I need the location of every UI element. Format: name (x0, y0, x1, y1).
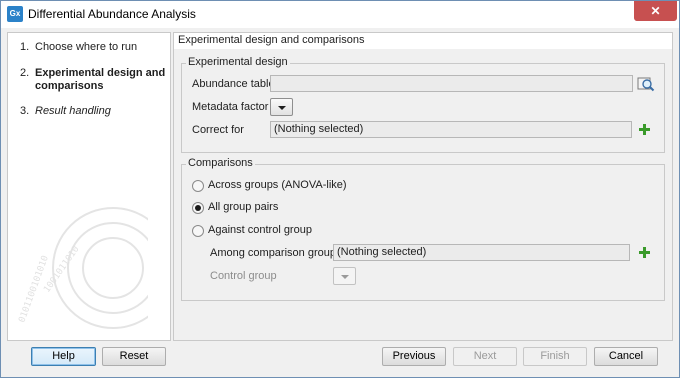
window-title: Differential Abundance Analysis (28, 7, 196, 21)
abundance-table-label: Abundance table (192, 78, 275, 90)
comparisons-group: Comparisons Across groups (ANOVA-like) A… (181, 157, 665, 301)
next-button[interactable]: Next (453, 347, 517, 366)
panel-header: Experimental design and comparisons (174, 33, 672, 49)
against-control-group-label[interactable]: Against control group (208, 224, 312, 236)
across-groups-radio[interactable] (192, 180, 204, 192)
step-label: Result handling (35, 105, 111, 117)
chevron-down-icon (341, 275, 349, 279)
step-label: Experimental design and comparisons (35, 67, 166, 92)
finish-button[interactable]: Finish (523, 347, 587, 366)
previous-button[interactable]: Previous (382, 347, 446, 366)
abundance-table-field[interactable] (270, 75, 633, 92)
step-number: 1. (20, 41, 30, 53)
correct-for-label: Correct for (192, 124, 244, 136)
control-group-label: Control group (210, 270, 277, 282)
cancel-button[interactable]: Cancel (594, 347, 658, 366)
step-number: 3. (20, 105, 30, 117)
step-number: 2. (20, 67, 30, 79)
among-comparison-groups-label: Among comparison groups: (210, 247, 345, 259)
svg-text:1001011010: 1001011010 (42, 245, 81, 295)
across-groups-label[interactable]: Across groups (ANOVA-like) (208, 179, 347, 191)
main-panel: Experimental design and comparisons Expe… (173, 32, 673, 341)
add-correct-for-plus-icon[interactable] (639, 124, 650, 135)
group-legend: Comparisons (186, 157, 255, 169)
chevron-down-icon (278, 106, 286, 110)
decorative-watermark-icon: 0101100101010 1001011010 (18, 207, 148, 329)
against-control-group-radio[interactable] (192, 225, 204, 237)
correct-for-field[interactable]: (Nothing selected) (270, 121, 632, 138)
wizard-steps-panel: 1. Choose where to run 2. Experimental d… (7, 32, 171, 341)
metadata-factor-label: Metadata factor (192, 101, 269, 113)
experimental-design-group: Experimental design Abundance table Meta… (181, 56, 665, 153)
metadata-factor-dropdown[interactable] (270, 98, 293, 116)
all-group-pairs-radio[interactable] (192, 202, 204, 214)
add-comparison-group-plus-icon[interactable] (639, 247, 650, 258)
dialog-window: Gx Differential Abundance Analysis ✕ 1. … (0, 0, 680, 378)
all-group-pairs-label[interactable]: All group pairs (208, 201, 278, 213)
browse-icon[interactable] (637, 75, 655, 93)
close-button[interactable]: ✕ (634, 1, 677, 21)
close-icon: ✕ (650, 4, 661, 18)
among-comparison-groups-field[interactable]: (Nothing selected) (333, 244, 630, 261)
title-bar: Gx Differential Abundance Analysis ✕ (1, 1, 679, 28)
reset-button[interactable]: Reset (102, 347, 166, 366)
help-button[interactable]: Help (31, 347, 96, 366)
step-label: Choose where to run (35, 41, 138, 53)
control-group-dropdown[interactable] (333, 267, 356, 285)
group-legend: Experimental design (186, 56, 290, 68)
app-icon: Gx (7, 6, 23, 22)
